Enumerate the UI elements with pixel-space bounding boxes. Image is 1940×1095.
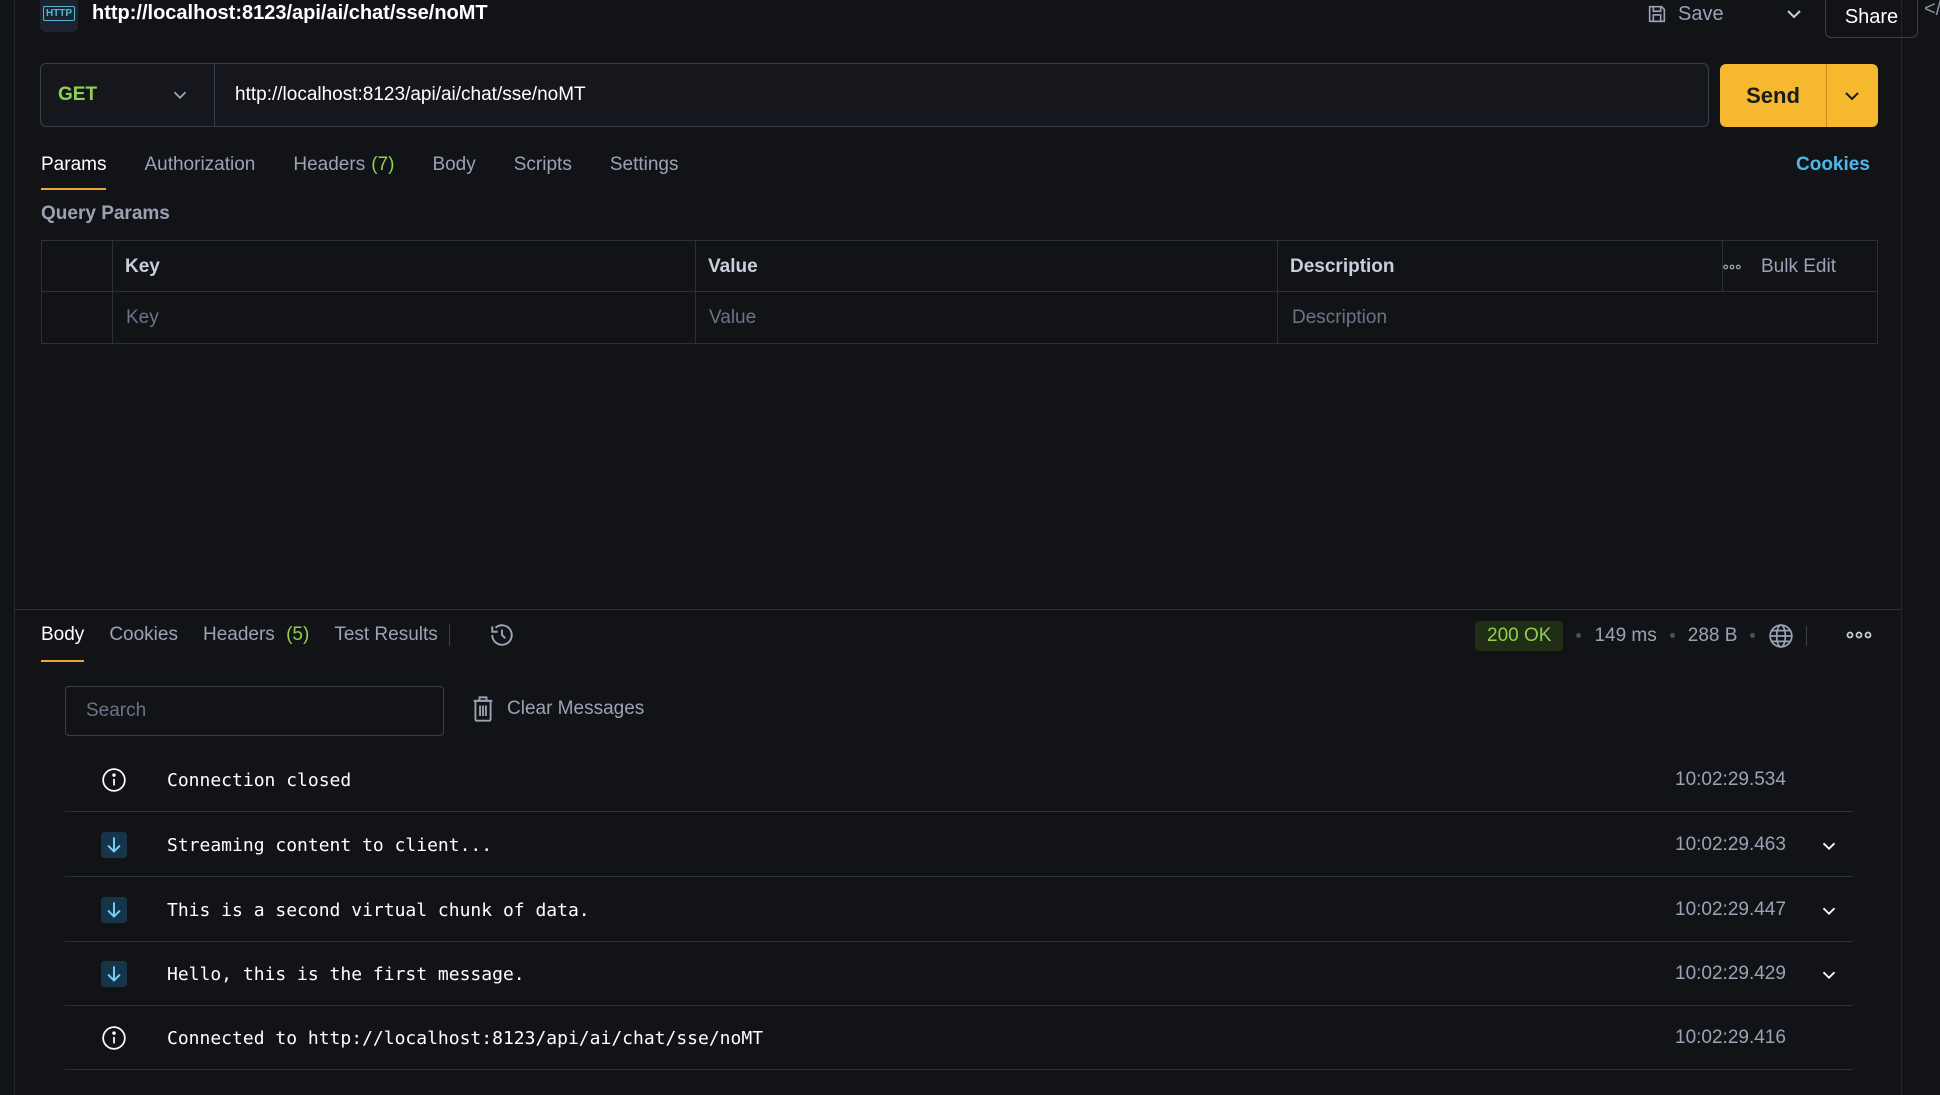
send-divider (1826, 64, 1827, 127)
clear-messages-button[interactable]: Clear Messages (471, 695, 644, 723)
pane-splitter[interactable] (14, 609, 1901, 610)
share-button[interactable]: Share (1825, 0, 1918, 38)
url-input[interactable]: http://localhost:8123/api/ai/chat/sse/no… (235, 64, 586, 126)
message-row[interactable]: This is a second virtual chunk of data. … (65, 878, 1853, 942)
message-time: 10:02:29.534 (1675, 769, 1786, 790)
message-text: Streaming content to client... (167, 834, 493, 856)
status-badge[interactable]: 200 OK (1475, 620, 1564, 651)
request-tabs: Params Authorization Headers (7) Body Scr… (41, 150, 716, 190)
message-time: 10:02:29.429 (1675, 963, 1786, 984)
search-input[interactable]: Search (65, 686, 444, 736)
cookies-link[interactable]: Cookies (1796, 154, 1870, 176)
save-button[interactable]: Save (1646, 0, 1724, 30)
request-title[interactable]: http://localhost:8123/api/ai/chat/sse/no… (92, 2, 488, 25)
tab-scripts[interactable]: Scripts (514, 150, 572, 190)
right-panel-border (1901, 0, 1902, 1095)
description-input[interactable]: Description (1292, 292, 1852, 343)
tab-headers[interactable]: Headers (7) (293, 150, 394, 190)
value-input[interactable]: Value (709, 292, 1269, 343)
send-button-group: Send (1720, 64, 1878, 127)
method-selector[interactable]: GET (41, 64, 215, 126)
table-row: Key Value Description (42, 292, 1877, 343)
message-time: 10:02:29.447 (1675, 899, 1786, 920)
chevron-down-icon (173, 91, 187, 100)
message-text: Connected to http://localhost:8123/api/a… (167, 1027, 764, 1049)
http-request-icon: HTTP (40, 0, 78, 32)
save-options-chevron-icon[interactable] (1782, 2, 1806, 26)
code-panel-toggle-icon[interactable]: </ (1924, 0, 1940, 21)
message-text: Hello, this is the first message. (167, 963, 525, 985)
response-size[interactable]: 288 B (1688, 625, 1738, 647)
save-label: Save (1678, 2, 1724, 25)
tab-settings[interactable]: Settings (610, 150, 679, 190)
separator-dot (1576, 633, 1582, 638)
globe-icon[interactable] (1768, 623, 1794, 649)
message-text: This is a second virtual chunk of data. (167, 899, 590, 921)
bulk-edit-button[interactable]: Bulk Edit (1761, 256, 1836, 278)
tab-body[interactable]: Body (432, 150, 475, 190)
more-options-icon[interactable] (1723, 263, 1741, 271)
status-separator (1806, 625, 1808, 646)
response-tabs: Body Cookies Headers (5) Test Results (41, 620, 463, 662)
message-row[interactable]: Streaming content to client... 10:02:29.… (65, 813, 1853, 877)
chevron-down-icon[interactable] (1818, 964, 1840, 986)
url-bar: GET http://localhost:8123/api/ai/chat/ss… (40, 63, 1709, 127)
column-value-header: Value (708, 255, 758, 277)
column-key-header: Key (125, 255, 160, 277)
message-row[interactable]: Connection closed 10:02:29.534 (65, 748, 1853, 812)
tab-response-headers-label: Headers (202, 624, 275, 645)
table-header-row: Key Value Description Bulk Edit (42, 241, 1877, 292)
chevron-down-icon[interactable] (1818, 900, 1840, 922)
separator-dot (1669, 633, 1675, 638)
download-arrow-icon (101, 832, 127, 858)
download-arrow-icon (101, 897, 127, 923)
method-value: GET (58, 84, 98, 105)
info-icon (102, 768, 126, 792)
column-description-header: Description (1290, 255, 1395, 277)
send-button[interactable]: Send (1720, 64, 1826, 127)
trash-icon (473, 696, 493, 722)
tab-params[interactable]: Params (41, 150, 107, 190)
save-icon (1648, 5, 1666, 23)
response-headers-count: (5) (286, 624, 310, 645)
key-input[interactable]: Key (126, 292, 686, 343)
tab-headers-label: Headers (293, 154, 366, 175)
message-row[interactable]: Connected to http://localhost:8123/api/a… (65, 1006, 1853, 1070)
http-icon-label: HTTP (42, 5, 76, 21)
response-status-bar: 200 OK 149 ms 288 B (1475, 620, 1808, 651)
history-icon[interactable] (489, 622, 515, 648)
tab-response-body[interactable]: Body (41, 620, 85, 662)
tab-test-results[interactable]: Test Results (334, 620, 437, 662)
tab-separator (449, 624, 450, 646)
message-text: Connection closed (167, 769, 352, 791)
download-arrow-icon (101, 961, 127, 987)
headers-count: (7) (371, 154, 395, 175)
response-time[interactable]: 149 ms (1594, 625, 1656, 647)
clear-messages-label: Clear Messages (507, 698, 645, 719)
tab-response-headers[interactable]: Headers (5) (203, 620, 309, 662)
send-options-chevron-icon[interactable] (1840, 84, 1864, 108)
query-params-table: Key Value Description Bulk Edit Key Valu… (41, 240, 1878, 344)
info-icon (102, 1026, 126, 1050)
message-row[interactable]: Hello, this is the first message. 10:02:… (65, 942, 1853, 1006)
request-header: HTTP http://localhost:8123/api/ai/chat/s… (40, 0, 1918, 40)
bulk-edit-group: Bulk Edit (1723, 241, 1836, 292)
query-params-title: Query Params (41, 203, 170, 224)
chevron-down-icon[interactable] (1818, 835, 1840, 857)
left-panel-border (14, 0, 15, 1095)
message-time: 10:02:29.463 (1675, 834, 1786, 855)
message-time: 10:02:29.416 (1675, 1027, 1786, 1048)
tab-authorization[interactable]: Authorization (144, 150, 255, 190)
tab-response-cookies[interactable]: Cookies (109, 620, 178, 662)
more-options-icon[interactable] (1846, 627, 1872, 643)
separator-dot (1750, 633, 1756, 638)
